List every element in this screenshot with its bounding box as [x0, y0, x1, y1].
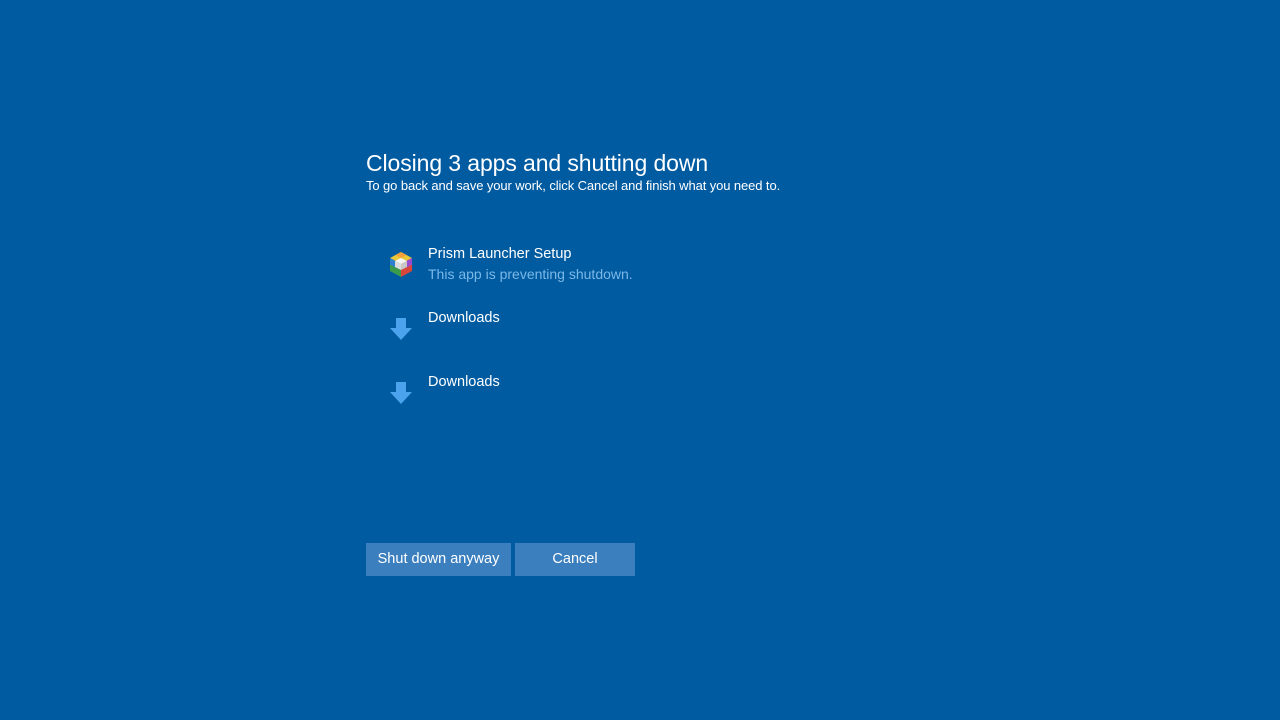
download-arrow-icon [386, 374, 416, 410]
app-list: Prism Launcher Setup This app is prevent… [386, 244, 906, 436]
app-status: This app is preventing shutdown. [428, 266, 633, 282]
download-arrow-icon [386, 310, 416, 346]
cancel-button[interactable]: Cancel [515, 543, 635, 576]
app-name: Downloads [428, 310, 500, 326]
dialog-subtitle: To go back and save your work, click Can… [366, 178, 781, 193]
app-text: Downloads [428, 372, 500, 392]
dialog-title: Closing 3 apps and shutting down [366, 150, 709, 176]
shutdown-screen: Closing 3 apps and shutting down To go b… [0, 0, 1280, 720]
dialog-header: Closing 3 apps and shutting down To go b… [366, 148, 926, 194]
shut-down-anyway-button[interactable]: Shut down anyway [366, 543, 511, 576]
app-name: Prism Launcher Setup [428, 246, 572, 262]
app-name: Downloads [428, 374, 500, 390]
app-item-downloads[interactable]: Downloads [386, 308, 906, 372]
app-text: Prism Launcher Setup This app is prevent… [428, 244, 633, 284]
prism-launcher-icon [386, 246, 416, 282]
app-item-downloads[interactable]: Downloads [386, 372, 906, 436]
app-item-prism-launcher[interactable]: Prism Launcher Setup This app is prevent… [386, 244, 906, 308]
app-text: Downloads [428, 308, 500, 328]
